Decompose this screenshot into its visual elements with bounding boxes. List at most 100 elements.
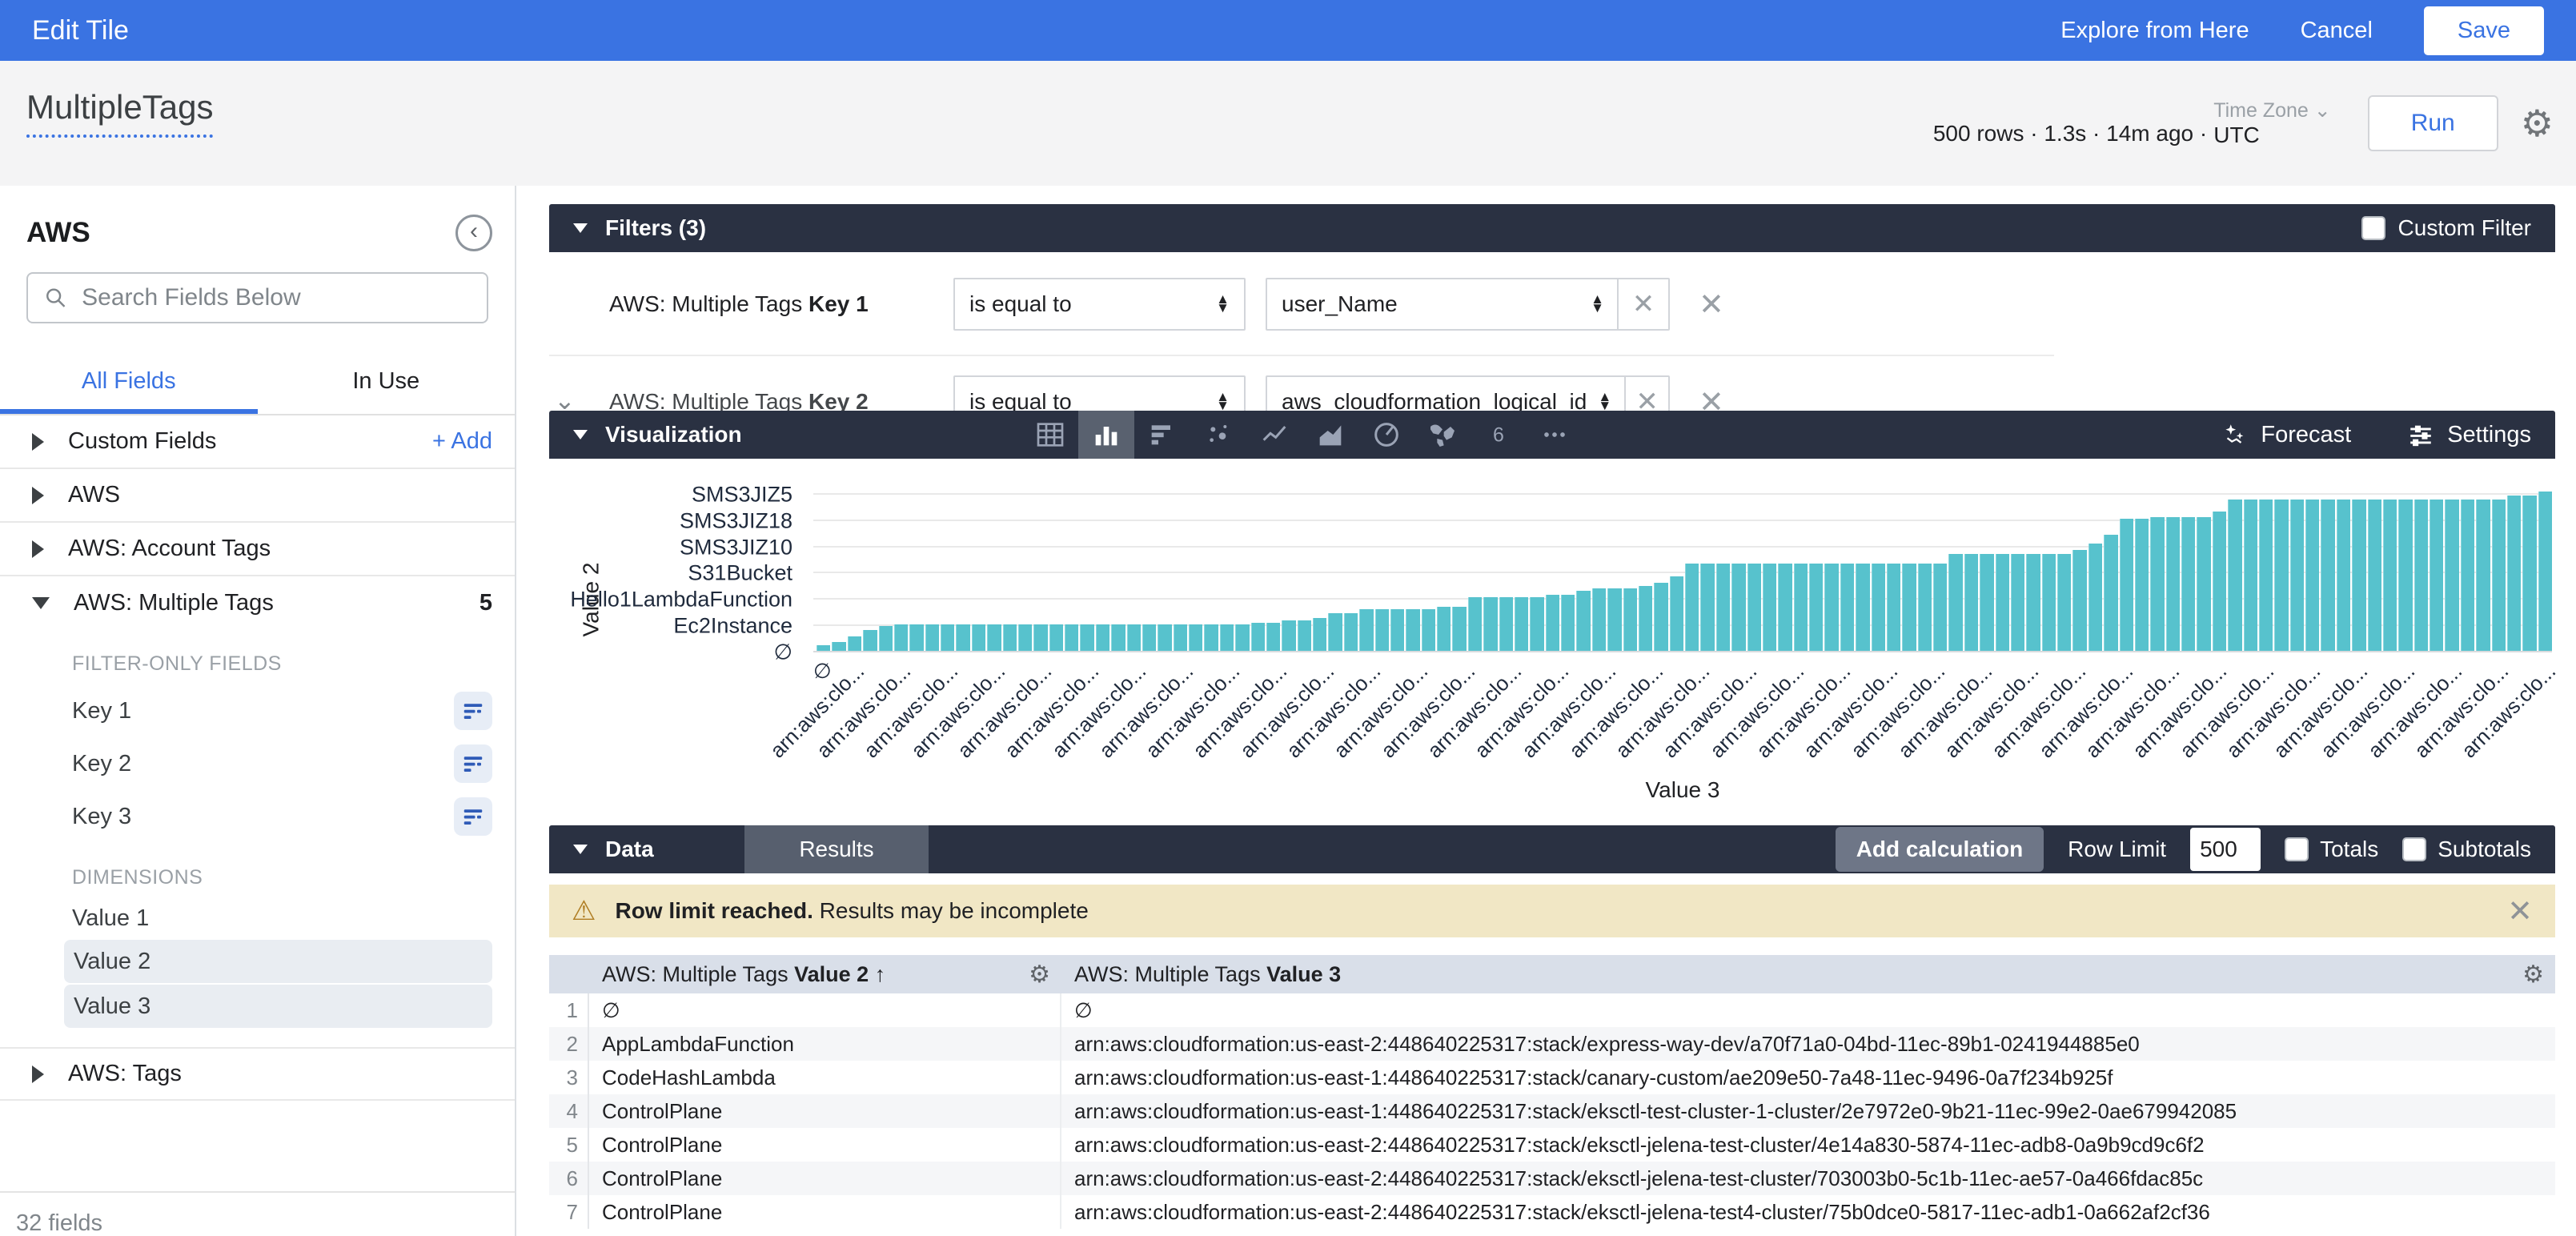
bar[interactable] — [1918, 564, 1932, 651]
bar[interactable] — [2538, 492, 2552, 651]
bar[interactable] — [1359, 609, 1373, 651]
chevron-down-icon[interactable]: ⌄ — [554, 385, 576, 411]
expand-arrow-icon[interactable] — [32, 487, 44, 504]
bar[interactable] — [1204, 624, 1218, 651]
bar[interactable] — [1033, 624, 1047, 651]
area-chart-icon[interactable] — [1302, 411, 1358, 459]
line-chart-icon[interactable] — [1246, 411, 1302, 459]
clear-value-icon[interactable]: ✕ — [1617, 279, 1668, 329]
bar[interactable] — [1700, 564, 1714, 651]
gear-icon[interactable]: ⚙ — [2521, 105, 2554, 142]
collapse-sidebar-button[interactable]: ‹ — [455, 215, 492, 251]
bar[interactable] — [1546, 595, 1559, 651]
cell-value-3[interactable]: arn:aws:cloudformation:us-east-2:4486402… — [1061, 1133, 2555, 1158]
bar[interactable] — [1390, 609, 1404, 651]
bar[interactable] — [832, 642, 845, 651]
save-button[interactable]: Save — [2424, 6, 2544, 55]
bar[interactable] — [1794, 564, 1808, 651]
collapse-arrow-icon[interactable] — [32, 597, 50, 609]
bar[interactable] — [2414, 500, 2428, 651]
bar[interactable] — [2011, 554, 2024, 651]
bar[interactable] — [1872, 564, 1885, 651]
gear-icon[interactable]: ⚙ — [2522, 961, 2544, 989]
bar[interactable] — [1018, 624, 1032, 651]
sidebar-section-aws-multiple-tags[interactable]: AWS: Multiple Tags 5 — [0, 576, 515, 630]
table-chart-icon[interactable] — [1022, 411, 1078, 459]
clear-value-icon[interactable]: ✕ — [1624, 377, 1668, 411]
filter-icon[interactable] — [454, 797, 492, 836]
remove-filter-icon[interactable]: ✕ — [1687, 384, 1735, 411]
query-title[interactable]: MultipleTags — [26, 88, 213, 138]
bar[interactable] — [1174, 624, 1187, 651]
bar[interactable] — [2042, 554, 2056, 651]
bar[interactable] — [1235, 624, 1249, 651]
bar[interactable] — [1111, 624, 1125, 651]
bar[interactable] — [972, 624, 985, 651]
bar[interactable] — [1716, 564, 1730, 651]
tab-all-fields[interactable]: All Fields — [0, 355, 258, 414]
bar[interactable] — [1065, 624, 1078, 651]
bar[interactable] — [1964, 554, 1978, 651]
gear-icon[interactable]: ⚙ — [1029, 961, 1050, 989]
filters-section-header[interactable]: Filters (3) Custom Filter — [549, 204, 2555, 252]
row-limit-input[interactable] — [2190, 828, 2261, 871]
bar[interactable] — [1685, 564, 1699, 651]
bar[interactable] — [1483, 597, 1497, 651]
more-chart-types-icon[interactable] — [1527, 411, 1583, 459]
field-key-2[interactable]: Key 2 — [0, 738, 492, 789]
bar[interactable] — [2305, 500, 2319, 651]
cell-value-3[interactable]: arn:aws:cloudformation:us-east-2:4486402… — [1061, 1200, 2555, 1225]
bar[interactable] — [941, 624, 954, 651]
bar[interactable] — [1561, 595, 1575, 651]
bar[interactable] — [1127, 624, 1141, 651]
bar[interactable] — [879, 626, 893, 651]
search-input[interactable] — [82, 284, 471, 311]
bar[interactable] — [2228, 500, 2241, 651]
results-tab[interactable]: Results — [744, 825, 929, 873]
bar[interactable] — [2197, 517, 2210, 651]
sidebar-section-aws-account-tags[interactable]: AWS: Account Tags — [0, 523, 515, 576]
add-custom-field-button[interactable]: + Add — [432, 428, 492, 455]
bar[interactable] — [2104, 535, 2117, 651]
tab-in-use[interactable]: In Use — [258, 355, 516, 414]
bar[interactable] — [1251, 623, 1265, 651]
cell-value-3[interactable]: arn:aws:cloudformation:us-east-1:4486402… — [1061, 1065, 2555, 1090]
bar[interactable] — [2057, 554, 2071, 651]
bar[interactable] — [2476, 500, 2490, 651]
collapse-section-icon[interactable] — [573, 845, 588, 854]
cancel-button[interactable]: Cancel — [2301, 18, 2373, 44]
bar[interactable] — [1948, 554, 1962, 651]
remove-filter-icon[interactable]: ✕ — [1687, 287, 1735, 323]
bar[interactable] — [1328, 613, 1342, 651]
bar[interactable] — [1406, 609, 1419, 651]
bar[interactable] — [1902, 564, 1916, 651]
column-header-value-2[interactable]: AWS: Multiple Tags Value 2 ↑ ⚙ — [589, 955, 1061, 993]
bar[interactable] — [1344, 613, 1358, 651]
bar[interactable] — [1576, 591, 1590, 651]
column-chart-icon[interactable] — [1078, 411, 1134, 459]
bar[interactable] — [1452, 607, 1466, 651]
scatter-chart-icon[interactable] — [1190, 411, 1246, 459]
bar[interactable] — [956, 624, 969, 651]
visualization-section-header[interactable]: Visualization — [549, 411, 2555, 459]
pie-chart-icon[interactable] — [1358, 411, 1414, 459]
cell-value-3[interactable]: ∅ — [1061, 998, 2555, 1023]
bar[interactable] — [2135, 519, 2149, 651]
bar[interactable] — [1639, 586, 1652, 652]
bar[interactable] — [2492, 500, 2506, 651]
bar[interactable] — [1003, 624, 1017, 651]
bar[interactable] — [1763, 564, 1776, 651]
bar[interactable] — [2026, 554, 2040, 651]
field-key-1[interactable]: Key 1 — [0, 685, 492, 736]
cell-value-2[interactable]: ControlPlane — [589, 1128, 1061, 1162]
bar[interactable] — [909, 624, 923, 651]
expand-arrow-icon[interactable] — [32, 433, 44, 451]
bar[interactable] — [1282, 620, 1295, 651]
bar[interactable] — [1220, 624, 1234, 651]
totals-toggle[interactable]: Totals — [2285, 837, 2378, 862]
bar[interactable] — [2461, 500, 2474, 651]
bar[interactable] — [2430, 500, 2443, 651]
bar[interactable] — [2337, 500, 2350, 651]
bar[interactable] — [1142, 624, 1156, 651]
cell-value-2[interactable]: ControlPlane — [589, 1162, 1061, 1195]
